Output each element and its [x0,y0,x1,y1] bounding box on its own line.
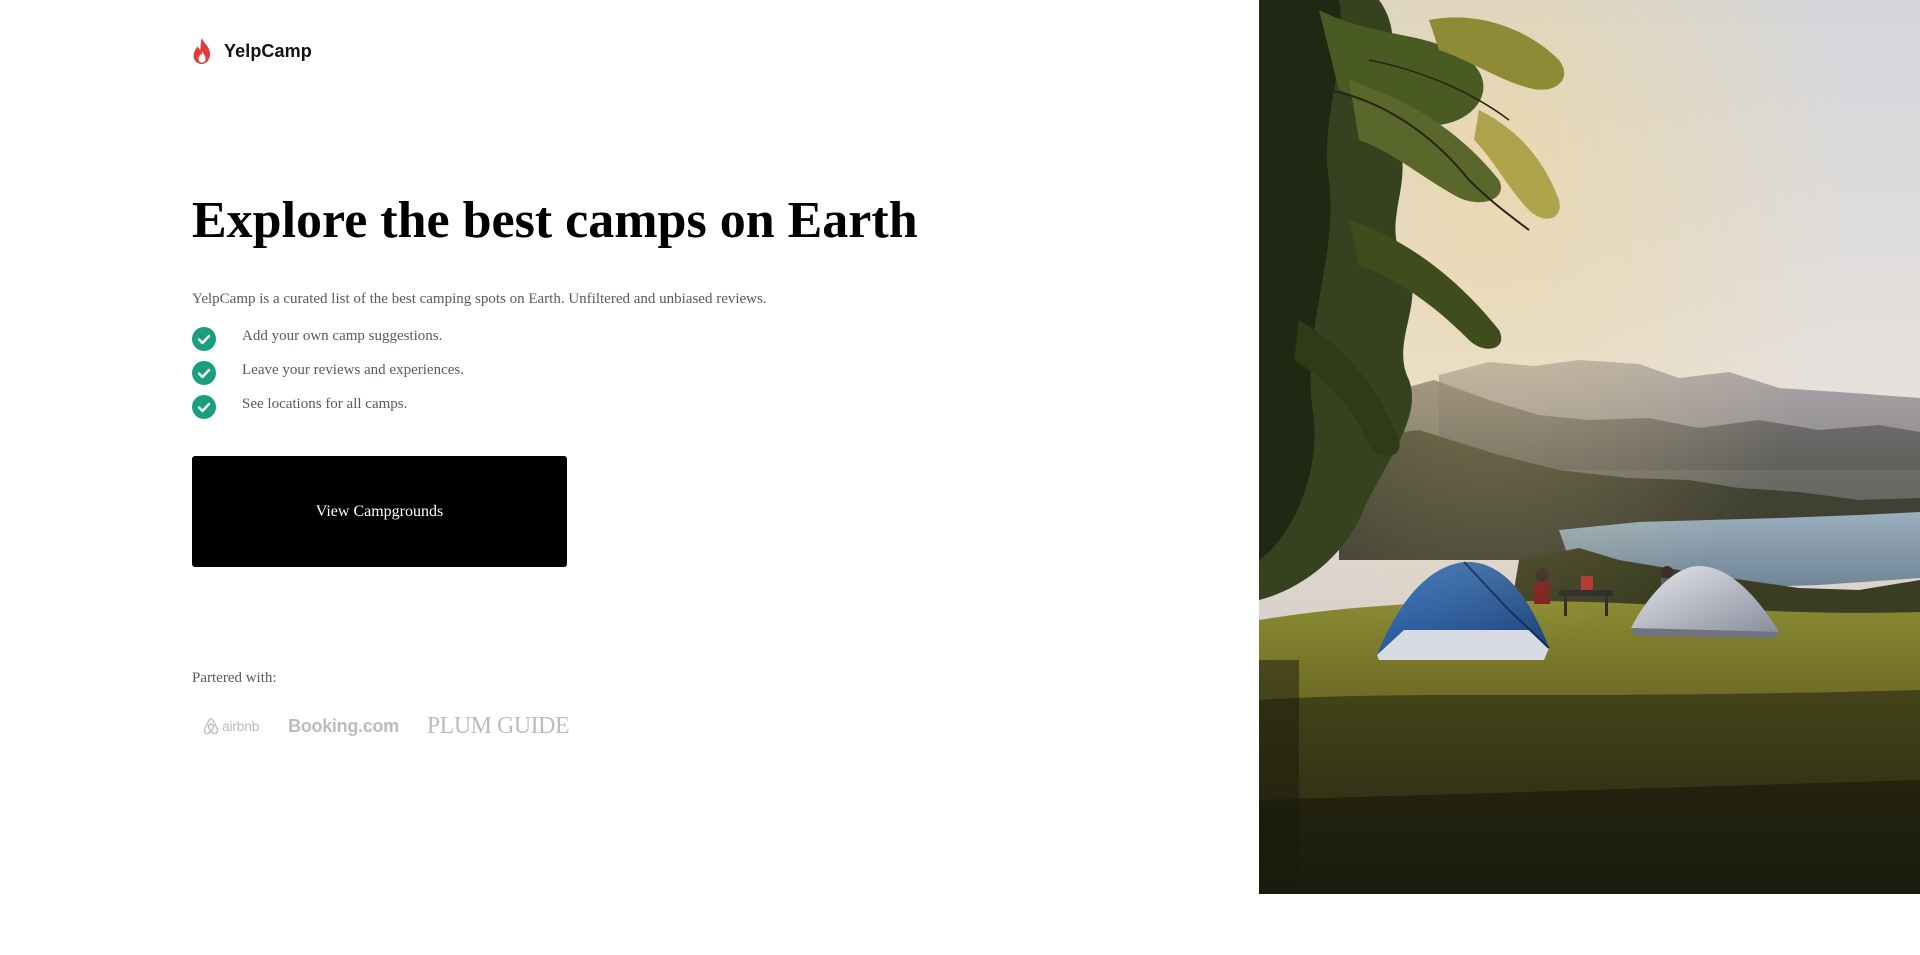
view-campgrounds-button[interactable]: View Campgrounds [192,456,567,567]
check-circle-icon [192,361,216,385]
airbnb-wordmark: airbnb [222,718,260,734]
flame-icon [193,38,211,64]
feature-text: Add your own camp suggestions. [242,327,443,344]
brand-name: YelpCamp [224,40,312,61]
brand[interactable]: YelpCamp [192,37,312,65]
hero-description: YelpCamp is a curated list of the best c… [192,291,767,307]
check-circle-icon [192,327,216,351]
partner-logos: airbnb Booking.com PLUM GUIDE [203,711,570,741]
feature-item: Add your own camp suggestions. [192,322,464,356]
feature-text: Leave your reviews and experiences. [242,361,464,378]
airbnb-icon [203,717,219,735]
partner-label: Partered with: [192,670,277,686]
check-circle-icon [192,395,216,419]
airbnb-logo: airbnb [203,717,259,735]
booking-logo: Booking.com [288,715,399,736]
hero-camping-photo [1259,0,1920,894]
feature-item: Leave your reviews and experiences. [192,356,464,390]
feature-item: See locations for all camps. [192,390,464,424]
feature-text: See locations for all camps. [242,395,408,412]
plum-guide-logo: PLUM GUIDE [426,712,570,739]
feature-list: Add your own camp suggestions. Leave you… [192,322,464,424]
hero-title: Explore the best camps on Earth [192,192,918,249]
